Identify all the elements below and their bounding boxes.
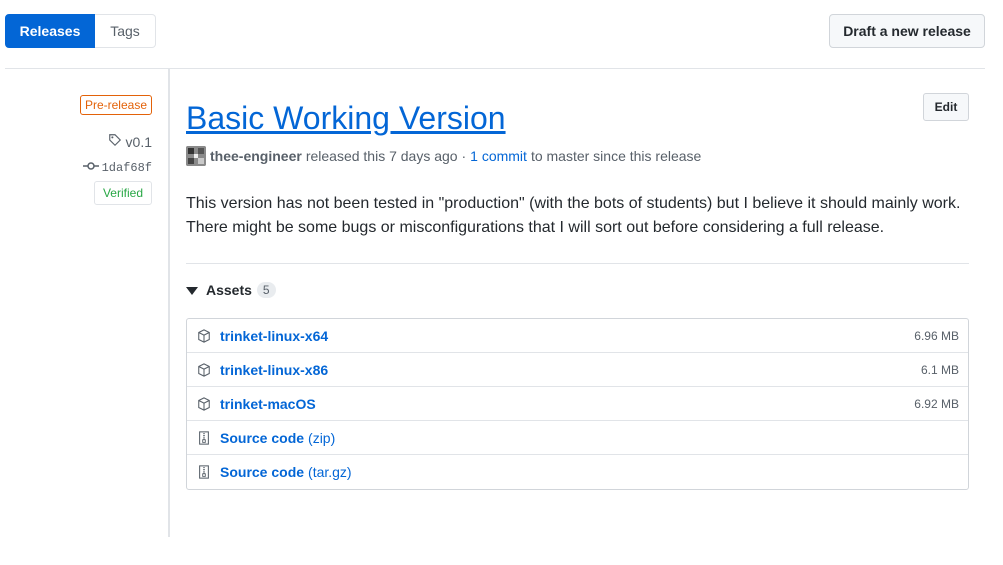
asset-ext: (zip) — [308, 429, 336, 446]
package-icon — [196, 328, 212, 344]
since-text: to master since this release — [530, 148, 702, 164]
tab-releases[interactable]: Releases — [5, 14, 95, 48]
commits-link[interactable]: 1 commit — [470, 148, 527, 164]
draft-release-button[interactable]: Draft a new release — [829, 14, 985, 48]
asset-row: trinket-linux-x86 6.1 MB — [187, 353, 968, 387]
source-code-zip-link[interactable]: Source code (zip) — [220, 430, 335, 446]
zip-icon — [196, 430, 212, 446]
asset-link[interactable]: trinket-linux-x86 — [220, 362, 328, 378]
asset-link[interactable]: trinket-macOS — [220, 396, 316, 412]
asset-ext: (tar.gz) — [308, 464, 352, 480]
assets-count: 5 — [256, 282, 276, 298]
tag-icon — [108, 133, 122, 150]
release-byline: thee-engineer released this 7 days ago ·… — [186, 146, 701, 166]
release-title[interactable]: Basic Working Version — [186, 98, 506, 138]
asset-row: trinket-macOS 6.92 MB — [187, 387, 968, 421]
source-code-targz-link[interactable]: Source code (tar.gz) — [220, 464, 352, 480]
caret-down-icon — [186, 282, 198, 298]
zip-icon — [196, 464, 212, 480]
commit-icon — [82, 160, 99, 176]
assets-toggle[interactable]: Assets 5 — [186, 282, 276, 298]
asset-size: 6.92 MB — [914, 396, 959, 411]
timeline-divider — [168, 69, 170, 537]
package-icon — [196, 362, 212, 378]
release-tabs: Releases Tags — [5, 14, 156, 48]
asset-size: 6.96 MB — [914, 328, 959, 343]
commit-sha: 1daf68f — [101, 161, 152, 175]
released-text: released this 7 days ago · — [305, 148, 467, 164]
asset-name-text: Source code — [220, 429, 305, 446]
package-icon — [196, 396, 212, 412]
release-notes: This version has not been tested in "pro… — [186, 195, 961, 236]
assets-list: trinket-linux-x64 6.96 MB trinket-linux-… — [186, 318, 969, 490]
asset-name-text: Source code — [220, 464, 305, 480]
header-divider — [5, 68, 985, 69]
tab-tags[interactable]: Tags — [95, 14, 156, 48]
verified-badge[interactable]: Verified — [93, 181, 152, 205]
tag-name: v0.1 — [125, 133, 152, 150]
asset-size: 6.1 MB — [920, 362, 959, 377]
assets-label: Assets — [206, 282, 252, 298]
asset-row: Source code (tar.gz) — [187, 455, 968, 489]
edit-button[interactable]: Edit — [923, 93, 969, 121]
prerelease-label: Pre-release — [79, 95, 152, 115]
commit-link[interactable]: 1daf68f — [82, 160, 152, 176]
asset-row: trinket-linux-x64 6.96 MB — [187, 319, 968, 353]
notes-divider — [186, 263, 969, 264]
avatar[interactable] — [186, 146, 206, 166]
asset-link[interactable]: trinket-linux-x64 — [220, 328, 328, 344]
asset-row: Source code (zip) — [187, 421, 968, 455]
tag-link[interactable]: v0.1 — [108, 133, 152, 150]
author-link[interactable]: thee-engineer — [210, 148, 302, 164]
